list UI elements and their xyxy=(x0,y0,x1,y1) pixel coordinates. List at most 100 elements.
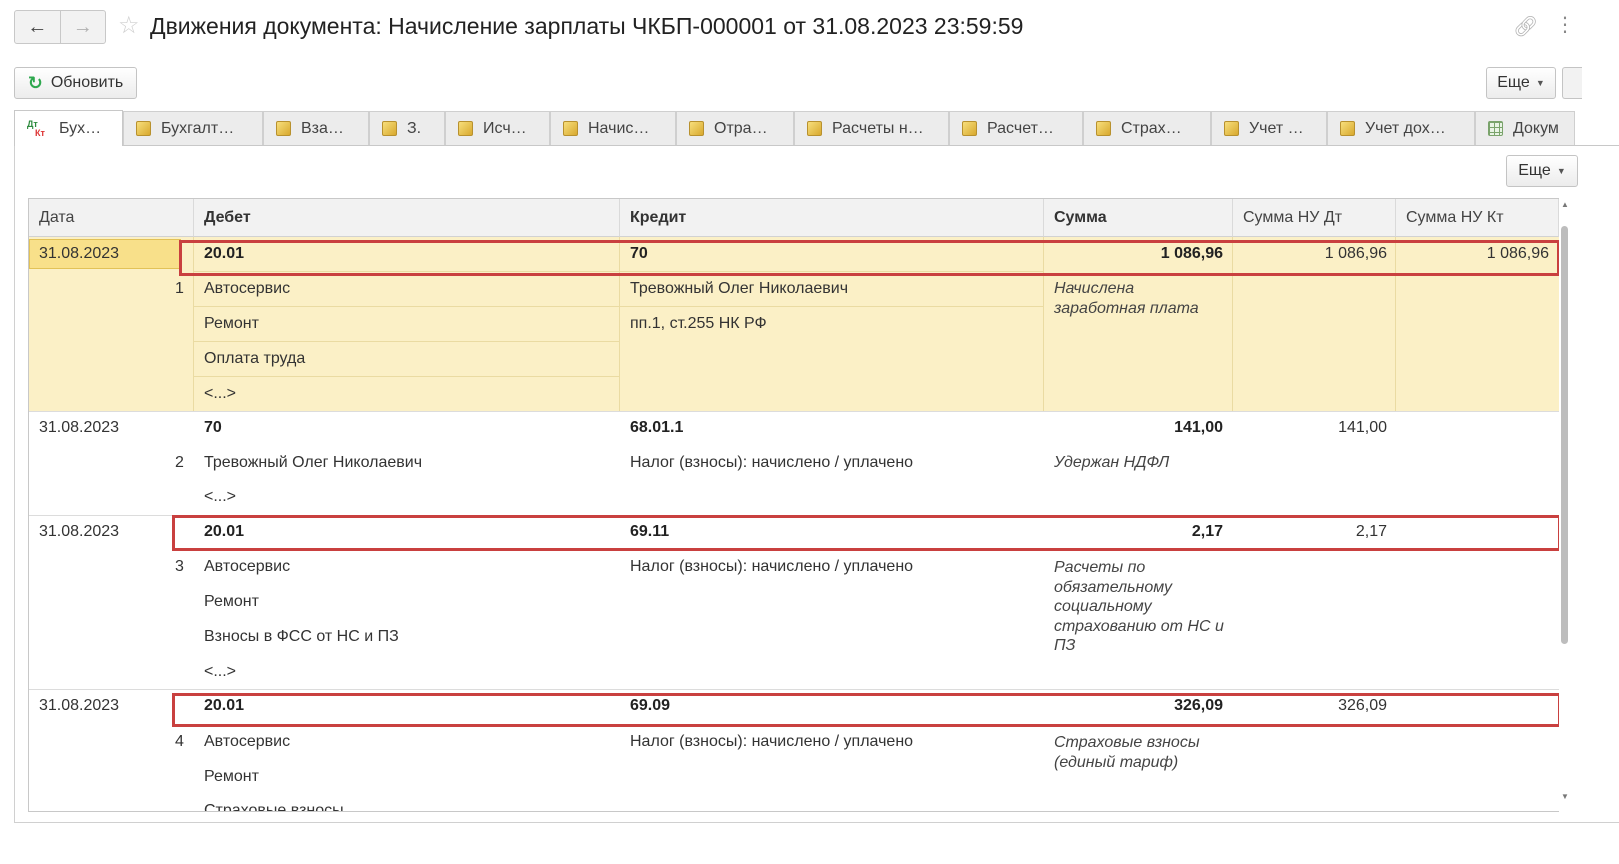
debit-subconto: Страховые взносы xyxy=(204,802,344,812)
tab-otra[interactable]: Отра… xyxy=(676,111,794,145)
tab-label: Учет дох… xyxy=(1365,119,1446,137)
tab-isch[interactable]: Исч… xyxy=(445,111,550,145)
tab-raschet[interactable]: Расчет… xyxy=(949,111,1083,145)
arrow-right-icon: → xyxy=(72,15,93,38)
refresh-icon: ↻ xyxy=(27,72,43,93)
favorite-star-icon[interactable]: ☆ xyxy=(118,12,140,40)
row-number: 1 xyxy=(175,280,184,297)
register-icon xyxy=(382,121,397,136)
row-date: 31.08.2023 xyxy=(39,419,120,436)
sum-value: 141,00 xyxy=(1174,419,1223,436)
col-date[interactable]: Дата xyxy=(29,199,194,237)
caret-down-icon: ▼ xyxy=(1556,166,1566,176)
table-icon xyxy=(1488,121,1503,136)
debit-subconto: <...> xyxy=(204,385,237,402)
debit-subconto: Оплата труда xyxy=(204,350,306,367)
tab-vza[interactable]: Вза… xyxy=(263,111,369,145)
register-icon xyxy=(1224,121,1239,136)
debit-account: 70 xyxy=(204,419,222,436)
back-button[interactable]: ← xyxy=(15,11,60,43)
row-number: 2 xyxy=(175,454,184,471)
tab-label: Учет … xyxy=(1249,119,1304,137)
register-icon xyxy=(563,121,578,136)
more-button[interactable]: Еще ▼ xyxy=(1486,67,1556,99)
tab-label: Бух… xyxy=(59,119,102,137)
tab-label: Отра… xyxy=(714,119,768,137)
tab-nachis[interactable]: Начис… xyxy=(550,111,676,145)
refresh-button[interactable]: ↻ Обновить xyxy=(14,67,137,99)
credit-subconto: Налог (взносы): начислено / уплачено xyxy=(630,733,914,750)
refresh-label: Обновить xyxy=(50,74,124,91)
highlight-box xyxy=(172,515,1559,551)
debit-subconto: Ремонт xyxy=(204,315,259,332)
tab-label: Вза… xyxy=(301,119,344,137)
debit-subconto: Автосервис xyxy=(204,558,291,575)
tab-z[interactable]: З. xyxy=(369,111,445,145)
register-icon xyxy=(962,121,977,136)
debit-subconto: Ремонт xyxy=(204,768,259,785)
sum-nu-dt: 141,00 xyxy=(1338,419,1387,436)
tab-label: З. xyxy=(407,119,422,137)
tab-buh[interactable]: Дт Кт Бух… xyxy=(14,110,123,146)
caret-down-icon: ▼ xyxy=(1535,78,1545,88)
row-date: 31.08.2023 xyxy=(39,245,120,262)
tab-uchet-doh[interactable]: Учет дох… xyxy=(1327,111,1475,145)
debit-subconto: Тревожный Олег Николаевич xyxy=(204,454,423,471)
operation-content: Расчеты по обязательному социальному стр… xyxy=(1054,559,1224,654)
row-number: 3 xyxy=(175,558,184,575)
tab-raschety-n[interactable]: Расчеты н… xyxy=(794,111,949,145)
operation-content: Начислена заработная плата xyxy=(1054,280,1199,317)
scroll-thumb[interactable] xyxy=(1561,226,1568,644)
col-sum-nu-kt[interactable]: Сумма НУ Кт xyxy=(1396,199,1559,237)
scroll-up-icon[interactable]: ▲ xyxy=(1561,200,1569,209)
tab-label: Бухгалт… xyxy=(161,119,235,137)
tab-dokum[interactable]: Докум xyxy=(1475,111,1575,145)
tab-label: Расчет… xyxy=(987,119,1054,137)
dt-kt-icon: Дт Кт xyxy=(27,118,45,138)
debit-subconto: Ремонт xyxy=(204,593,259,610)
row-number: 4 xyxy=(175,733,184,750)
credit-subconto: пп.1, ст.255 НК РФ xyxy=(630,315,767,332)
panel-more-button[interactable]: Еще ▼ xyxy=(1506,155,1578,187)
highlight-box xyxy=(172,693,1559,727)
page-title: Движения документа: Начисление зарплаты … xyxy=(150,13,1024,39)
tab-label: Расчеты н… xyxy=(832,119,924,137)
debit-subconto: Автосервис xyxy=(204,280,291,297)
credit-subconto: Налог (взносы): начислено / уплачено xyxy=(630,454,914,471)
col-sum-nu-dt[interactable]: Сумма НУ Дт xyxy=(1233,199,1396,237)
forward-button[interactable]: → xyxy=(59,11,106,43)
operation-content: Страховые взносы (единый тариф) xyxy=(1054,734,1200,771)
register-icon xyxy=(458,121,473,136)
credit-subconto: Тревожный Олег Николаевич xyxy=(630,280,849,297)
debit-subconto: <...> xyxy=(204,663,237,680)
debit-subconto: Взносы в ФСС от НС и ПЗ xyxy=(204,628,399,645)
link-icon[interactable]: 🔗︎ xyxy=(1513,14,1538,39)
register-icon xyxy=(689,121,704,136)
entries-table: Дата Дебет Кредит Сумма Сумма НУ Дт Сумм… xyxy=(28,198,1559,812)
more-vert-icon[interactable]: ⋮ xyxy=(1555,12,1575,37)
highlight-box xyxy=(179,240,1559,276)
register-icon xyxy=(1096,121,1111,136)
row-date: 31.08.2023 xyxy=(39,697,120,714)
credit-account: 68.01.1 xyxy=(630,419,684,436)
nav-buttons: ← → xyxy=(14,10,106,44)
col-sum[interactable]: Сумма xyxy=(1044,199,1233,237)
tab-label: Докум xyxy=(1513,119,1559,137)
col-credit[interactable]: Кредит xyxy=(620,199,1044,237)
tab-label: Исч… xyxy=(483,119,527,137)
register-tabs: Дт Кт Бух… Бухгалт… Вза… З. Исч… Начис… О… xyxy=(14,110,1619,146)
credit-subconto: Налог (взносы): начислено / уплачено xyxy=(630,558,914,575)
tab-strah[interactable]: Страх… xyxy=(1083,111,1211,145)
row-date: 31.08.2023 xyxy=(39,523,120,540)
tab-label: Начис… xyxy=(588,119,650,137)
more-label: Еще xyxy=(1497,74,1530,91)
tab-label: Страх… xyxy=(1121,119,1182,137)
next-command-edge[interactable] xyxy=(1562,67,1582,99)
col-debit[interactable]: Дебет xyxy=(194,199,620,237)
scroll-down-icon[interactable]: ▼ xyxy=(1561,792,1569,801)
register-icon xyxy=(807,121,822,136)
tab-uchet[interactable]: Учет … xyxy=(1211,111,1327,145)
tab-buhgalt[interactable]: Бухгалт… xyxy=(123,111,263,145)
arrow-left-icon: ← xyxy=(27,15,48,38)
operation-content: Удержан НДФЛ xyxy=(1054,454,1170,471)
